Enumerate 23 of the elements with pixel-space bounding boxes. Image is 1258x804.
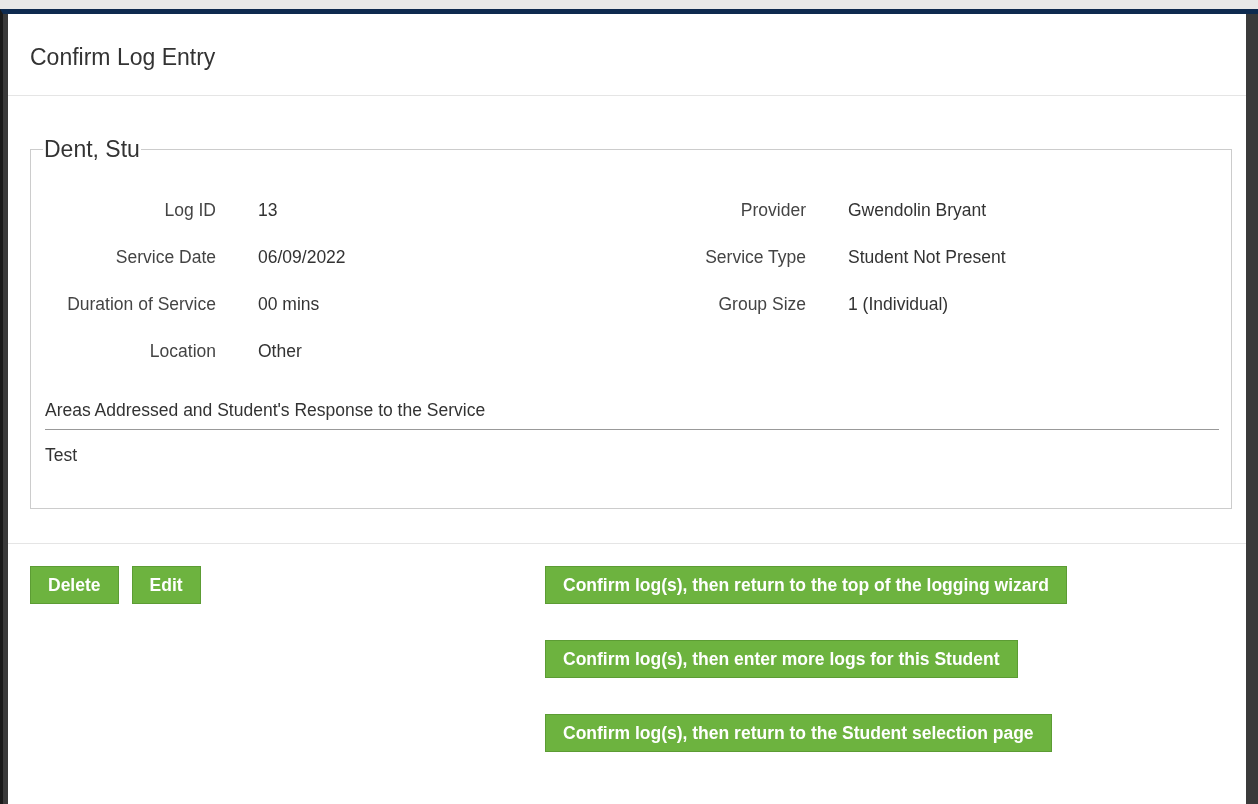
delete-button[interactable]: Delete [30,566,119,605]
field-value: 06/09/2022 [258,245,347,269]
confirm-button[interactable]: Confirm log(s), then return to the Student selection page [545,714,1052,753]
section-heading: Areas Addressed and Student's Response to the Service [45,396,1219,430]
field-label: Service Date [114,245,217,269]
field-value: Student Not Present [848,245,1007,269]
field-value: Gwendolin Bryant [848,198,988,222]
field-label: Service Type [704,245,807,269]
student-name: Dent, Stu [43,137,141,161]
field-value: 13 [258,198,279,222]
field-value: 00 mins [258,292,321,316]
confirm-button[interactable]: Confirm log(s), then return to the top of the logging wizard [545,566,1068,605]
field-value: 1 (Individual) [848,292,950,316]
field-label: Duration of Service [66,292,217,316]
field-label: Provider [739,198,807,222]
field-label: Group Size [717,292,807,316]
field-label: Location [148,339,217,363]
dialog-title: Confirm Log Entry [30,44,217,72]
field-label: Log ID [163,198,217,222]
edit-button[interactable]: Edit [131,566,201,605]
response-text: Test [45,443,79,467]
confirm-button[interactable]: Confirm log(s), then enter more logs for this Student [545,640,1018,679]
field-value: Other [258,339,303,363]
